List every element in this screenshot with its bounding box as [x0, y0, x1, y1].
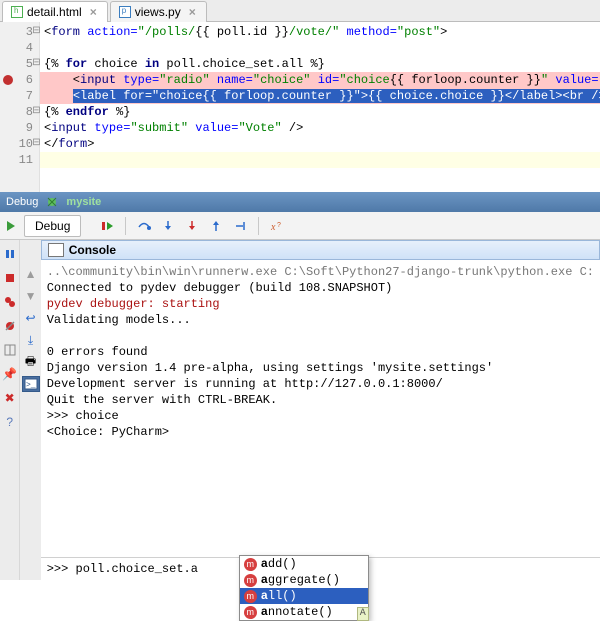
code-line[interactable]: </form>: [40, 136, 600, 152]
fold-toggle-icon[interactable]: ⊟: [32, 104, 41, 120]
completion-item[interactable]: m annotate(): [240, 604, 368, 620]
scroll-to-end-icon[interactable]: ⤓: [23, 332, 39, 348]
console-output[interactable]: ..\community\bin\win\runnerw.exe C:\Soft…: [41, 260, 600, 557]
close-icon[interactable]: ✖: [2, 390, 18, 406]
console-side-toolbar: ▲ ▼ ↩ ⤓ 🖶 >_: [19, 240, 40, 580]
method-icon: m: [244, 574, 257, 587]
separator: [258, 217, 259, 235]
code-line[interactable]: {% endfor %}: [40, 104, 600, 120]
console-title[interactable]: Console: [41, 240, 600, 260]
tab-label: views.py: [135, 5, 181, 19]
up-icon[interactable]: ▲: [23, 266, 39, 282]
console-line: <Choice: PyCharm>: [47, 424, 594, 440]
separator: [125, 217, 126, 235]
completion-label: aggregate(): [261, 573, 340, 587]
debug-side-toolbar: 📌 ✖ ?: [0, 240, 19, 580]
force-step-into-icon[interactable]: [184, 218, 200, 234]
completion-item[interactable]: m aggregate(): [240, 572, 368, 588]
editor-tabstrip: detail.html × views.py ×: [0, 0, 600, 22]
step-out-icon[interactable]: [208, 218, 224, 234]
code-line[interactable]: [40, 152, 600, 168]
editor-code[interactable]: <form action="/polls/{{ poll.id }}/vote/…: [40, 22, 600, 192]
console-line: Validating models...: [47, 312, 594, 328]
tab-label: detail.html: [27, 5, 82, 19]
debug-tab[interactable]: Debug: [24, 215, 81, 237]
bug-icon: [44, 194, 60, 210]
code-line[interactable]: <label for="choice{{ forloop.counter }}"…: [40, 88, 600, 104]
code-line[interactable]: {% for choice in poll.choice_set.all %}: [40, 56, 600, 72]
view-breakpoints-icon[interactable]: [2, 294, 18, 310]
tab-detail-html[interactable]: detail.html ×: [2, 1, 108, 22]
stop-icon[interactable]: [2, 270, 18, 286]
completion-item[interactable]: m add(): [240, 556, 368, 572]
editor-gutter[interactable]: 3⊟45⊟678⊟910⊟11: [0, 22, 40, 192]
code-line[interactable]: <form action="/polls/{{ poll.id }}/vote/…: [40, 24, 600, 40]
python-file-icon: [119, 6, 131, 18]
completion-label: add(): [261, 557, 297, 571]
debug-config-name: mysite: [66, 196, 101, 208]
method-icon: m: [244, 590, 257, 603]
pin-icon[interactable]: 📌: [2, 366, 18, 382]
debug-panel-header[interactable]: Debug mysite: [0, 192, 600, 212]
completion-popup[interactable]: m add() m aggregate() m all() m annotate() A: [239, 555, 369, 621]
print-icon[interactable]: 🖶: [23, 354, 39, 370]
mute-breakpoints-icon[interactable]: [2, 318, 18, 334]
debug-toolbar: Debug x?: [0, 212, 600, 240]
prompt: >>>: [47, 562, 76, 576]
html-file-icon: [11, 6, 23, 18]
code-editor[interactable]: 3⊟45⊟678⊟910⊟11 <form action="/polls/{{ …: [0, 22, 600, 192]
svg-text:>_: >_: [26, 381, 36, 390]
debug-panel-label: Debug: [6, 196, 38, 208]
close-icon[interactable]: ×: [90, 5, 97, 19]
console-line: [47, 328, 594, 344]
svg-text:?: ?: [277, 222, 281, 229]
tab-views-py[interactable]: views.py ×: [110, 1, 207, 22]
console-area: 📌 ✖ ? ▲ ▼ ↩ ⤓ 🖶 >_ Console ..\community\…: [0, 240, 600, 580]
resume-icon[interactable]: [99, 218, 115, 234]
code-line[interactable]: <input type="submit" value="Vote" />: [40, 120, 600, 136]
completion-label: annotate(): [261, 605, 333, 619]
help-icon[interactable]: ?: [2, 414, 18, 430]
console-line: Quit the server with CTRL-BREAK.: [47, 392, 594, 408]
fold-toggle-icon[interactable]: ⊟: [32, 56, 41, 72]
code-line[interactable]: [40, 40, 600, 56]
console-line: pydev debugger: starting: [47, 296, 594, 312]
close-icon[interactable]: ×: [189, 5, 196, 19]
method-icon: m: [244, 606, 257, 619]
rerun-icon[interactable]: [3, 218, 19, 234]
console-input-text[interactable]: poll.choice_set.a: [76, 562, 198, 576]
completion-hint: A: [357, 607, 369, 621]
step-over-icon[interactable]: [136, 218, 152, 234]
pause-icon[interactable]: [2, 246, 18, 262]
run-to-cursor-icon[interactable]: [232, 218, 248, 234]
console-line: Connected to pydev debugger (build 108.S…: [47, 280, 594, 296]
layout-icon[interactable]: [2, 342, 18, 358]
console-line: Development server is running at http://…: [47, 376, 594, 392]
fold-toggle-icon[interactable]: ⊟: [32, 24, 41, 40]
breakpoint-icon[interactable]: [3, 75, 13, 85]
step-into-icon[interactable]: [160, 218, 176, 234]
fold-toggle-icon[interactable]: ⊟: [32, 136, 41, 152]
evaluate-expression-icon[interactable]: x?: [269, 218, 285, 234]
code-line[interactable]: <input type="radio" name="choice" id="ch…: [40, 72, 600, 88]
completion-item[interactable]: m all(): [240, 588, 368, 604]
method-icon: m: [244, 558, 257, 571]
down-icon[interactable]: ▼: [23, 288, 39, 304]
show-python-prompt-icon[interactable]: >_: [22, 376, 40, 392]
console-input-row[interactable]: >>> poll.choice_set.a madd()maggregate()…: [41, 557, 600, 580]
console-line: ..\community\bin\win\runnerw.exe C:\Soft…: [47, 264, 594, 280]
soft-wrap-icon[interactable]: ↩: [23, 310, 39, 326]
console-line: >>> choice: [47, 408, 594, 424]
console-line: 0 errors found: [47, 344, 594, 360]
console-line: Django version 1.4 pre-alpha, using sett…: [47, 360, 594, 376]
svg-text:x: x: [270, 222, 276, 233]
completion-label: all(): [261, 589, 297, 603]
